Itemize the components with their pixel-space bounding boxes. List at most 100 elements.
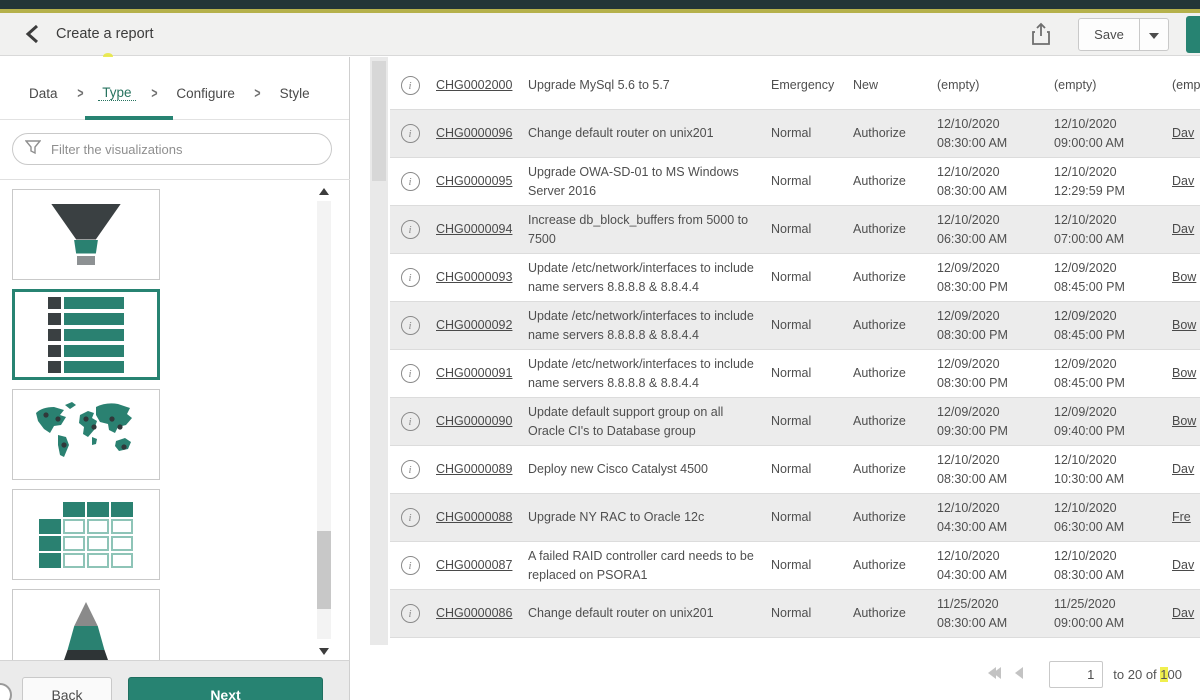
horizontal-bar-list-icon <box>48 297 124 373</box>
info-circle-icon[interactable]: i <box>401 124 420 143</box>
short-description: Update /etc/network/interfaces to includ… <box>528 255 771 299</box>
save-button[interactable]: Save <box>1078 18 1140 51</box>
scrollbar-thumb[interactable] <box>317 531 331 609</box>
planned-end-date: 12/10/2020 08:30:00 AM <box>1054 543 1172 587</box>
change-state: New <box>853 72 937 98</box>
change-state: Authorize <box>853 552 937 578</box>
breadcrumb-separator: > <box>77 85 83 102</box>
viz-thumbnail-funnel[interactable] <box>12 189 160 280</box>
change-number-link[interactable]: CHG0000094 <box>436 222 512 236</box>
breadcrumb-step-data[interactable]: Data <box>25 86 62 101</box>
planned-start-date: 11/25/2020 08:30:00 AM <box>937 591 1054 635</box>
planned-end-date: 12/09/2020 08:45:00 PM <box>1054 303 1172 347</box>
wizard-footer: Back Next <box>0 660 350 700</box>
assignee-link[interactable]: Fre <box>1172 510 1191 524</box>
info-circle-icon[interactable]: i <box>401 220 420 239</box>
info-circle-icon[interactable]: i <box>401 412 420 431</box>
assignee-link[interactable]: Dav <box>1172 606 1194 620</box>
visualization-filter-input[interactable] <box>51 142 311 157</box>
info-circle-icon[interactable]: i <box>401 172 420 191</box>
assignee-link[interactable]: Bow <box>1172 366 1196 380</box>
page-number-input[interactable] <box>1049 661 1103 688</box>
change-state: Authorize <box>853 600 937 626</box>
change-number-link[interactable]: CHG0000091 <box>436 366 512 380</box>
breadcrumb-step-configure[interactable]: Configure <box>172 86 239 101</box>
run-button-partial[interactable] <box>1186 16 1200 53</box>
table-row: i CHG0000093 Update /etc/network/interfa… <box>390 254 1200 302</box>
table-row: i CHG0000091 Update /etc/network/interfa… <box>390 350 1200 398</box>
assignee-link[interactable]: Dav <box>1172 126 1194 140</box>
table-row: i CHG0002000 Upgrade MySql 5.6 to 5.7 Em… <box>390 62 1200 110</box>
viz-thumbnail-heatmap[interactable] <box>12 489 160 580</box>
assignee-link[interactable]: Bow <box>1172 414 1196 428</box>
change-number-link[interactable]: CHG0000096 <box>436 126 512 140</box>
table-scrollbar-thumb[interactable] <box>372 61 386 181</box>
page-title: Create a report <box>56 26 154 42</box>
assignee-link[interactable]: Dav <box>1172 222 1194 236</box>
info-circle-icon[interactable]: i <box>401 316 420 335</box>
viz-thumbnail-bar-list[interactable] <box>12 289 160 380</box>
assignee-link[interactable]: Bow <box>1172 270 1196 284</box>
short-description: Update default support group on all Orac… <box>528 399 771 443</box>
change-state: Authorize <box>853 264 937 290</box>
info-circle-icon[interactable]: i <box>401 604 420 623</box>
browser-top-bar <box>0 0 1200 9</box>
change-type: Normal <box>771 168 853 194</box>
change-number-link[interactable]: CHG0002000 <box>436 78 512 92</box>
table-row: i CHG0000086 Change default router on un… <box>390 590 1200 638</box>
short-description: Upgrade OWA-SD-01 to MS Windows Server 2… <box>528 159 771 203</box>
assignee-link[interactable]: Dav <box>1172 558 1194 572</box>
change-state: Authorize <box>853 360 937 386</box>
change-type: Normal <box>771 312 853 338</box>
wizard-breadcrumb: Data > Type > Configure > Style <box>0 67 349 120</box>
assignee-link[interactable]: Dav <box>1172 462 1194 476</box>
save-dropdown-button[interactable] <box>1139 18 1169 51</box>
breadcrumb-step-type[interactable]: Type <box>98 85 135 101</box>
caret-down-icon <box>1149 33 1159 39</box>
info-circle-icon[interactable]: i <box>401 364 420 383</box>
change-number-link[interactable]: CHG0000087 <box>436 558 512 572</box>
scroll-up-button[interactable] <box>318 183 330 195</box>
viz-thumbnail-world-map[interactable] <box>12 389 160 480</box>
previous-page-button[interactable] <box>1013 665 1025 684</box>
create-report-screen: Create a report Save Data > Type > Confi… <box>0 0 1200 700</box>
info-circle-icon[interactable]: i <box>401 76 420 95</box>
wizard-back-button[interactable]: Back <box>22 677 112 700</box>
change-number-link[interactable]: CHG0000093 <box>436 270 512 284</box>
short-description: Change default router on unix201 <box>528 120 771 146</box>
back-button[interactable] <box>18 21 46 49</box>
info-circle-icon[interactable]: i <box>401 460 420 479</box>
change-number-link[interactable]: CHG0000088 <box>436 510 512 524</box>
assignee-link[interactable]: Dav <box>1172 174 1194 188</box>
share-export-button[interactable] <box>1026 20 1056 50</box>
assignee-link[interactable]: Bow <box>1172 318 1196 332</box>
short-description: Update /etc/network/interfaces to includ… <box>528 351 771 395</box>
planned-end-date: 12/09/2020 08:45:00 PM <box>1054 255 1172 299</box>
viz-thumbnail-pyramid[interactable] <box>12 589 160 660</box>
planned-end-date: 11/25/2020 09:00:00 AM <box>1054 591 1172 635</box>
change-number-link[interactable]: CHG0000090 <box>436 414 512 428</box>
breadcrumb-step-style[interactable]: Style <box>276 86 314 101</box>
page-header: Create a report Save <box>0 13 1200 56</box>
table-vertical-scrollbar[interactable] <box>370 57 388 645</box>
info-circle-icon[interactable]: i <box>401 508 420 527</box>
scroll-down-arrow-icon <box>319 648 329 655</box>
first-page-button[interactable] <box>989 665 1003 684</box>
wizard-next-button[interactable]: Next <box>128 677 323 700</box>
change-number-link[interactable]: CHG0000086 <box>436 606 512 620</box>
planned-start-date: 12/09/2020 08:30:00 PM <box>937 255 1054 299</box>
planned-start-date: 12/09/2020 09:30:00 PM <box>937 399 1054 443</box>
breadcrumb-separator: > <box>254 85 260 102</box>
change-number-link[interactable]: CHG0000092 <box>436 318 512 332</box>
world-map-icon <box>28 397 144 472</box>
table-row: i CHG0000088 Upgrade NY RAC to Oracle 12… <box>390 494 1200 542</box>
help-circle-icon[interactable] <box>0 683 12 700</box>
scroll-down-button[interactable] <box>318 643 330 655</box>
info-circle-icon[interactable]: i <box>401 556 420 575</box>
change-number-link[interactable]: CHG0000095 <box>436 174 512 188</box>
planned-start-date: 12/09/2020 08:30:00 PM <box>937 303 1054 347</box>
table-pagination: to 20 of 100 <box>351 652 1200 696</box>
change-type: Normal <box>771 456 853 482</box>
change-number-link[interactable]: CHG0000089 <box>436 462 512 476</box>
info-circle-icon[interactable]: i <box>401 268 420 287</box>
